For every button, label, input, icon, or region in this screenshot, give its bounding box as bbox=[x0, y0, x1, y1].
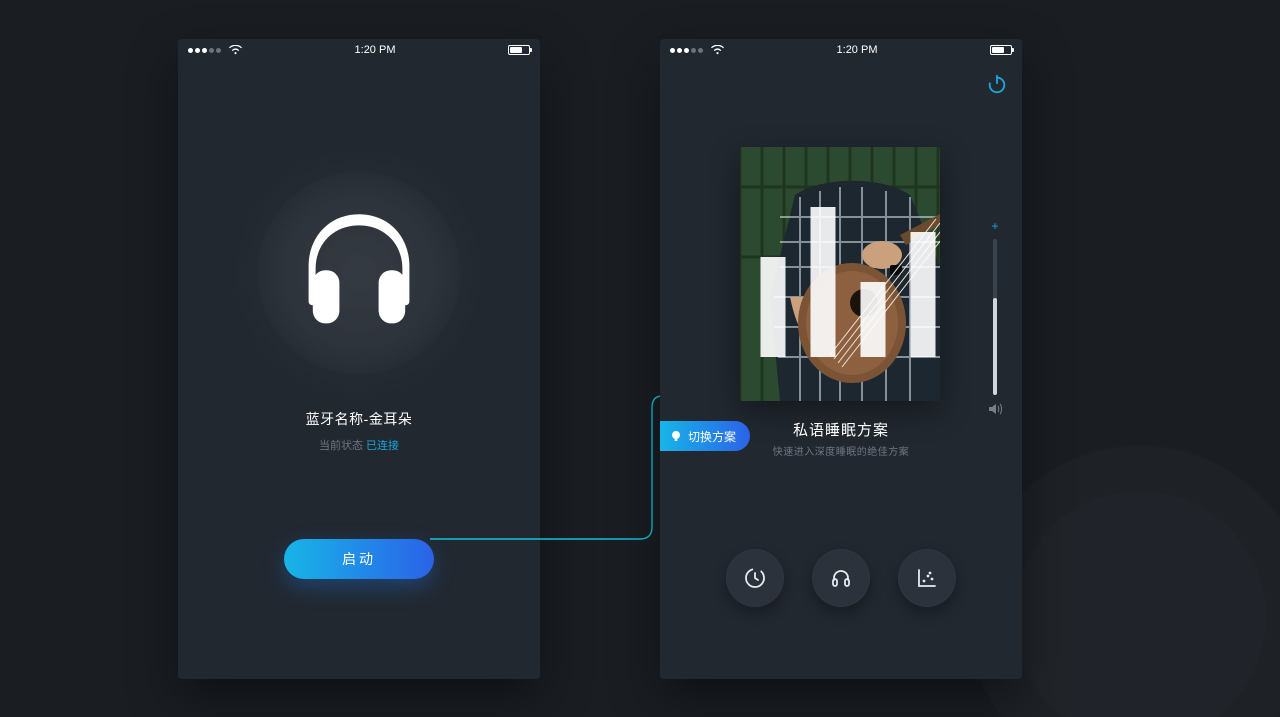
bluetooth-status: 当前状态 已连接 bbox=[319, 437, 399, 453]
plan-title: 私语睡眠方案 bbox=[660, 419, 1022, 440]
wifi-icon bbox=[711, 45, 724, 55]
status-left bbox=[670, 44, 724, 56]
clock-icon bbox=[743, 566, 767, 590]
headphones-small-icon bbox=[829, 566, 853, 590]
artboard: 1:20 PM 蓝牙名称-金耳朵 当前状态 已连接 启动 bbox=[0, 0, 1280, 717]
headphone-mode-button[interactable] bbox=[812, 549, 870, 607]
equalizer-icon bbox=[748, 155, 940, 401]
status-bar: 1:20 PM bbox=[660, 39, 1022, 61]
bluetooth-device-name: 蓝牙名称-金耳朵 bbox=[306, 409, 413, 429]
volume-slider[interactable]: + bbox=[986, 219, 1004, 415]
headphone-hero: 蓝牙名称-金耳朵 当前状态 已连接 bbox=[178, 143, 540, 453]
battery-icon bbox=[508, 45, 530, 55]
start-button[interactable]: 启动 bbox=[284, 539, 434, 579]
status-time: 1:20 PM bbox=[355, 44, 396, 56]
action-row bbox=[660, 549, 1022, 607]
status-left bbox=[188, 44, 242, 56]
plan-subtitle: 快速进入深度睡眠的绝佳方案 bbox=[660, 443, 1022, 458]
timer-button[interactable] bbox=[726, 549, 784, 607]
stats-button[interactable] bbox=[898, 549, 956, 607]
headphones-icon bbox=[289, 203, 429, 343]
volume-track[interactable] bbox=[993, 239, 997, 395]
status-value: 已连接 bbox=[366, 440, 399, 452]
album-art[interactable] bbox=[740, 147, 940, 401]
volume-fill bbox=[993, 298, 997, 395]
wifi-icon bbox=[229, 45, 242, 55]
status-time: 1:20 PM bbox=[837, 44, 878, 56]
signal-dots-icon bbox=[670, 44, 705, 56]
status-prefix: 当前状态 bbox=[319, 440, 363, 452]
battery-icon bbox=[990, 45, 1012, 55]
phone-screen-player: 1:20 PM bbox=[660, 39, 1022, 679]
power-icon[interactable] bbox=[986, 73, 1008, 95]
speaker-icon bbox=[988, 403, 1002, 415]
status-bar: 1:20 PM bbox=[178, 39, 540, 61]
halo-rings bbox=[229, 143, 489, 403]
signal-dots-icon bbox=[188, 44, 223, 56]
phone-screen-connect: 1:20 PM 蓝牙名称-金耳朵 当前状态 已连接 启动 bbox=[178, 39, 540, 679]
volume-plus-icon: + bbox=[991, 219, 998, 233]
scatter-chart-icon bbox=[915, 566, 939, 590]
